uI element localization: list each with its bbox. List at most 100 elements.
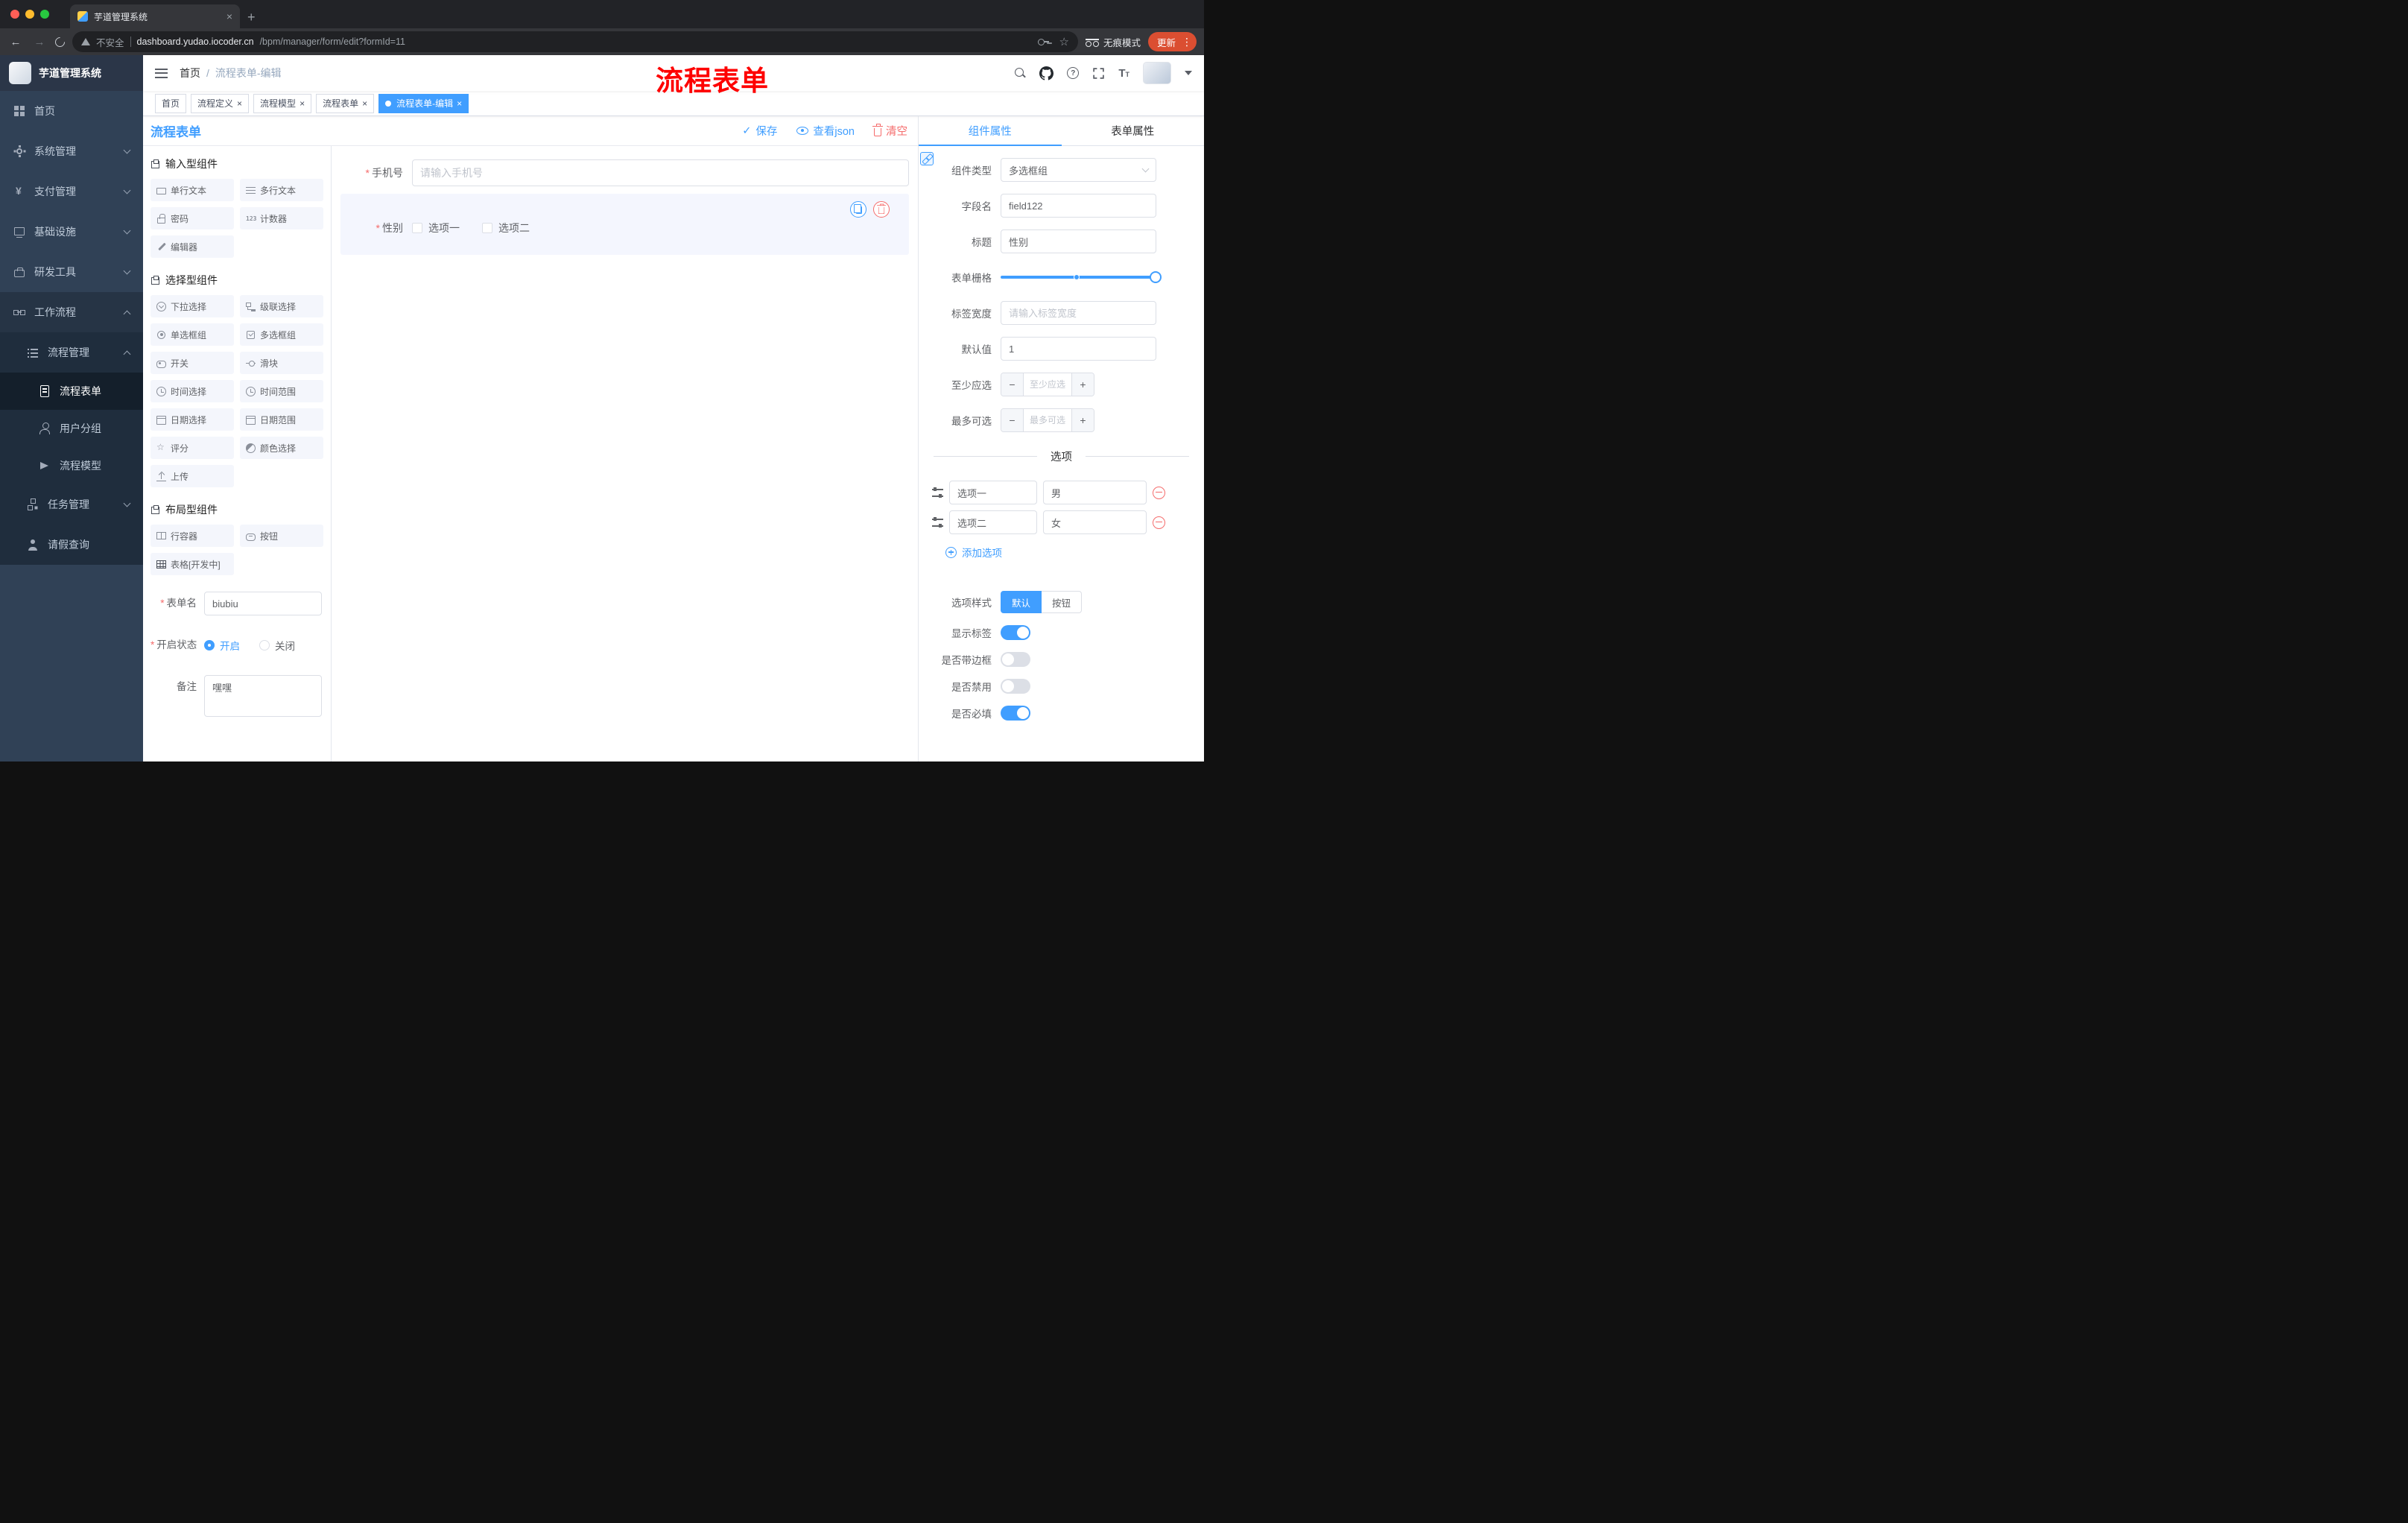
tag-close-icon[interactable] [457, 98, 462, 109]
clear-button[interactable]: 清空 [872, 123, 907, 139]
required-switch[interactable] [1001, 706, 1030, 721]
palette-item-color-picker[interactable]: 颜色选择 [240, 437, 323, 459]
status-off-radio[interactable]: 关闭 [259, 638, 295, 653]
phone-input[interactable] [412, 159, 909, 186]
default-value-input[interactable] [1001, 337, 1156, 361]
field-name-input[interactable] [1001, 194, 1156, 218]
sidebar-item-leave-query[interactable]: 请假查询 [0, 525, 143, 565]
show-label-switch[interactable] [1001, 625, 1030, 640]
form-canvas[interactable]: 手机号 [332, 146, 918, 762]
palette-item-time-picker[interactable]: 时间选择 [150, 380, 234, 402]
sidebar-item-devtools[interactable]: 研发工具 [0, 252, 143, 292]
palette-item-date-picker[interactable]: 日期选择 [150, 408, 234, 431]
sidebar-item-system[interactable]: 系统管理 [0, 131, 143, 171]
bookmark-star-icon[interactable] [1059, 35, 1069, 48]
tab-form-props[interactable]: 表单属性 [1062, 116, 1205, 145]
min-select-input[interactable] [1023, 373, 1072, 396]
form-grid-slider[interactable] [1001, 265, 1162, 289]
tag-close-icon[interactable] [362, 98, 367, 109]
breadcrumb-home[interactable]: 首页 [180, 66, 200, 80]
slider-track[interactable] [1001, 271, 1162, 283]
option-2-name-input[interactable] [949, 510, 1037, 534]
palette-item-password[interactable]: 密码 [150, 207, 234, 229]
tag-process-form[interactable]: 流程表单 [316, 93, 375, 113]
help-icon[interactable] [1067, 67, 1080, 79]
checkbox-unchecked-icon[interactable] [482, 223, 492, 233]
style-default-button[interactable]: 默认 [1001, 591, 1042, 613]
palette-item-select[interactable]: 下拉选择 [150, 295, 234, 317]
hamburger-fold-icon[interactable] [155, 68, 168, 78]
sidebar-item-process-mgmt[interactable]: 流程管理 [0, 332, 143, 373]
drag-handle-icon[interactable] [932, 517, 943, 528]
form-name-input[interactable] [204, 592, 322, 615]
url-path[interactable]: /bpm/manager/form/edit?formId=11 [260, 37, 405, 47]
remove-option-icon[interactable] [1153, 486, 1165, 499]
status-on-radio[interactable]: 开启 [204, 638, 240, 653]
font-size-icon[interactable] [1118, 67, 1129, 80]
border-switch[interactable] [1001, 652, 1030, 667]
tag-home[interactable]: 首页 [155, 93, 187, 113]
tag-process-form-edit[interactable]: 流程表单-编辑 [378, 93, 469, 113]
minimize-window-button[interactable] [25, 10, 34, 19]
forward-icon[interactable]: → [31, 36, 48, 48]
palette-item-upload[interactable]: 上传 [150, 465, 234, 487]
back-icon[interactable]: ← [7, 36, 24, 48]
slider-handle[interactable] [1150, 271, 1162, 283]
checkbox-unchecked-icon[interactable] [412, 223, 422, 233]
option-1-value-input[interactable] [1043, 481, 1147, 504]
palette-item-single-line-text[interactable]: 单行文本 [150, 179, 234, 201]
palette-item-table[interactable]: 表格[开发中] [150, 553, 234, 575]
palette-item-counter[interactable]: 计数器 [240, 207, 323, 229]
sidebar-logo[interactable]: 芋道管理系统 [0, 55, 143, 91]
browser-tab[interactable]: 芋道管理系统 [70, 4, 240, 28]
fullscreen-icon[interactable] [1092, 67, 1105, 80]
component-type-select[interactable]: 多选框组 [1001, 158, 1156, 182]
tab-close-icon[interactable] [226, 10, 232, 22]
avatar[interactable] [1143, 62, 1171, 84]
sidebar-item-infra[interactable]: 基础设施 [0, 212, 143, 252]
browser-menu-kebab-icon[interactable] [1182, 36, 1192, 48]
tab-component-props[interactable]: 组件属性 [919, 116, 1062, 146]
new-tab-button[interactable] [247, 10, 256, 28]
label-width-input[interactable] [1001, 301, 1156, 325]
max-select-input[interactable] [1023, 409, 1072, 431]
palette-item-cascader[interactable]: 级联选择 [240, 295, 323, 317]
sidebar-item-user-group[interactable]: 用户分组 [0, 410, 143, 447]
palette-item-button[interactable]: 按钮 [240, 525, 323, 547]
tag-close-icon[interactable] [300, 98, 305, 109]
save-button[interactable]: 保存 [742, 123, 777, 139]
stepper-minus-button[interactable] [1001, 373, 1023, 396]
copy-widget-button[interactable] [850, 201, 866, 218]
address-bar[interactable]: 不安全 dashboard.yudao.iocoder.cn /bpm/mana… [72, 31, 1078, 52]
stepper-plus-button[interactable] [1072, 409, 1094, 431]
palette-item-editor[interactable]: 编辑器 [150, 235, 234, 258]
browser-update-button[interactable]: 更新 [1147, 32, 1197, 51]
close-window-button[interactable] [10, 10, 19, 19]
tag-close-icon[interactable] [237, 98, 242, 109]
security-label[interactable]: 不安全 [96, 35, 124, 49]
stepper-minus-button[interactable] [1001, 409, 1023, 431]
option-1-name-input[interactable] [949, 481, 1037, 504]
link-icon[interactable] [920, 152, 934, 165]
sidebar-item-home[interactable]: 首页 [0, 91, 143, 131]
zoom-window-button[interactable] [40, 10, 49, 19]
drag-handle-icon[interactable] [932, 487, 943, 498]
canvas-field-phone[interactable]: 手机号 [340, 156, 909, 189]
github-icon[interactable] [1039, 66, 1054, 80]
tag-process-model[interactable]: 流程模型 [253, 93, 312, 113]
style-button-button[interactable]: 按钮 [1042, 591, 1083, 613]
gender-option-1[interactable]: 选项一 [412, 221, 460, 235]
reload-icon[interactable] [53, 34, 67, 49]
stepper-plus-button[interactable] [1072, 373, 1094, 396]
view-json-button[interactable]: 查看json [796, 123, 855, 139]
tag-process-definition[interactable]: 流程定义 [191, 93, 250, 113]
gender-option-2[interactable]: 选项二 [482, 221, 530, 235]
canvas-field-gender[interactable]: 性别 选项一 选项二 [340, 194, 909, 255]
remove-option-icon[interactable] [1153, 516, 1165, 529]
palette-item-rate[interactable]: 评分 [150, 437, 234, 459]
password-key-icon[interactable] [1037, 39, 1049, 45]
palette-item-checkbox-group[interactable]: 多选框组 [240, 323, 323, 346]
avatar-caret-icon[interactable] [1185, 71, 1192, 75]
form-remark-textarea[interactable]: 嘿嘿 [204, 675, 322, 717]
disabled-switch[interactable] [1001, 679, 1030, 694]
